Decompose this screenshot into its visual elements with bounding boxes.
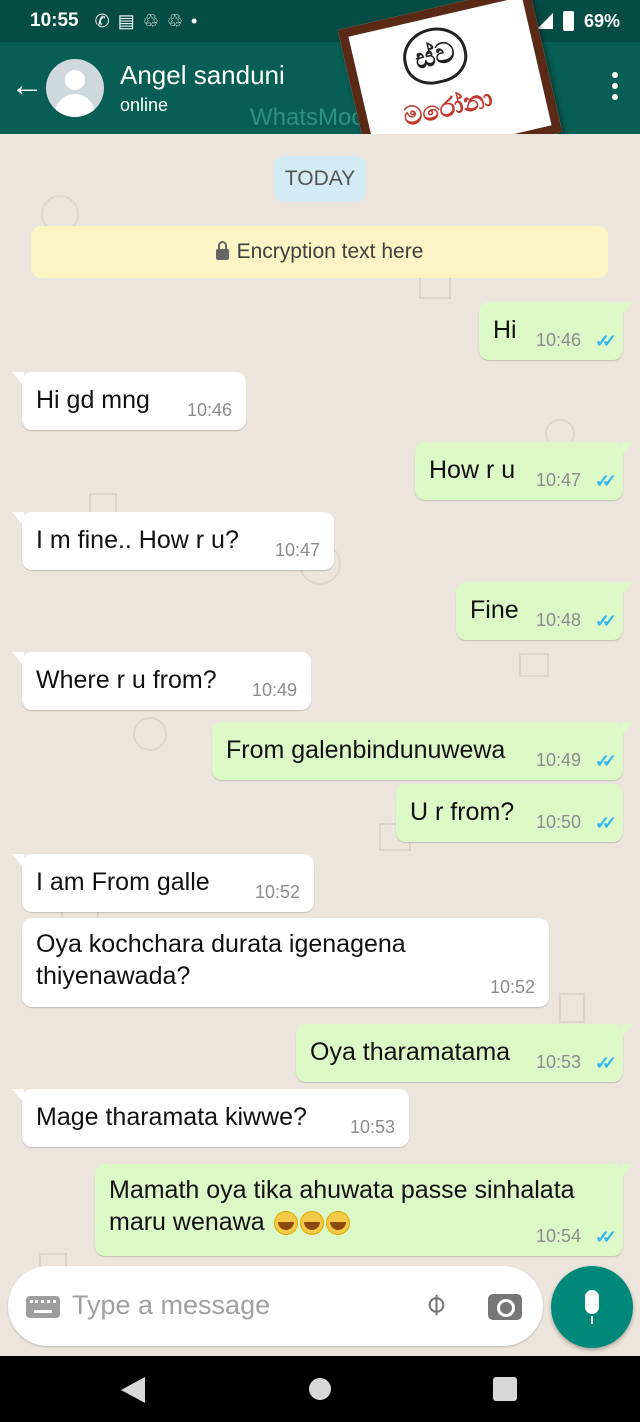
message-incoming[interactable]: Mage tharamata kiwwe? 10:53	[12, 1089, 409, 1147]
contact-name[interactable]: Angel sanduni	[120, 60, 285, 91]
status-time: 10:55	[30, 10, 79, 31]
date-chip: TODAY	[274, 156, 366, 202]
message-outgoing[interactable]: From galenbindunuwewa 10:49 ✓✓	[212, 722, 633, 780]
mic-icon	[585, 1290, 599, 1324]
dot-icon: •	[191, 10, 198, 31]
message-time: 10:52	[489, 977, 535, 997]
nav-home-icon[interactable]	[309, 1378, 331, 1400]
signal-icon	[536, 13, 553, 29]
message-time: 10:54	[535, 1226, 581, 1246]
message-time: 10:52	[254, 882, 300, 902]
meme-face-icon: ස්ව	[397, 21, 473, 91]
read-ticks-icon: ✓✓	[594, 813, 617, 833]
paperclip-icon[interactable]: ⌀	[416, 1285, 454, 1323]
message-incoming[interactable]: Hi gd mng 10:46	[12, 372, 246, 430]
whatsapp-notification-icon: ✆	[94, 10, 110, 31]
message-outgoing[interactable]: How r u 10:47 ✓✓	[415, 442, 633, 500]
message-time: 10:47	[274, 540, 320, 560]
message-composer[interactable]: Type a message ⌀	[8, 1266, 543, 1346]
message-time: 10:49	[251, 680, 297, 700]
message-time: 10:53	[535, 1052, 581, 1072]
read-ticks-icon: ✓✓	[594, 1227, 617, 1247]
message-notification-icon: ▤	[117, 10, 135, 31]
avatar[interactable]	[46, 59, 104, 117]
encryption-banner[interactable]: Encryption text here	[31, 226, 608, 278]
message-time: 10:47	[535, 470, 581, 490]
more-vert-icon[interactable]	[610, 72, 620, 100]
message-incoming[interactable]: Where r u from? 10:49	[12, 652, 311, 710]
read-ticks-icon: ✓✓	[594, 611, 617, 631]
read-ticks-icon: ✓✓	[594, 331, 617, 351]
arrow-left-icon[interactable]: ←	[10, 68, 44, 102]
tears-of-joy-emoji	[325, 1211, 350, 1236]
battery-level: 69%	[583, 10, 620, 31]
tears-of-joy-emoji	[299, 1211, 324, 1236]
message-incoming[interactable]: Oya kochchara durata igenagena thiyenawa…	[22, 918, 549, 1007]
message-time: 10:49	[535, 750, 581, 770]
message-outgoing[interactable]: Oya tharamatama 10:53 ✓✓	[296, 1024, 633, 1082]
system-nav-bar	[0, 1356, 640, 1422]
message-time: 10:50	[535, 812, 581, 832]
message-time: 10:46	[186, 400, 232, 420]
sync-notification-icon: ♲	[142, 10, 159, 31]
sync-notification-icon-2: ♲	[166, 10, 183, 31]
nav-recents-icon[interactable]	[493, 1377, 517, 1401]
chat-area[interactable]: TODAY Encryption text here Hi 10:46 ✓✓ H…	[0, 134, 640, 1356]
read-ticks-icon: ✓✓	[594, 751, 617, 771]
tears-of-joy-emoji	[273, 1211, 298, 1236]
sticker-text: මරෝනා	[400, 82, 496, 132]
message-outgoing[interactable]: U r from? 10:50 ✓✓	[396, 784, 623, 842]
message-outgoing[interactable]: Hi 10:46 ✓✓	[479, 302, 633, 360]
message-outgoing[interactable]: Mamath oya tika ahuwata passe sinhalata …	[95, 1164, 633, 1256]
message-time: 10:53	[349, 1117, 395, 1137]
encryption-text: Encryption text here	[236, 240, 424, 263]
notification-icons: ✆ ▤ ♲ ♲ •	[95, 11, 198, 32]
lock-icon	[215, 241, 229, 260]
message-outgoing[interactable]: Fine 10:48 ✓✓	[456, 582, 633, 640]
nav-back-icon[interactable]	[121, 1377, 145, 1403]
read-ticks-icon: ✓✓	[594, 471, 617, 491]
camera-icon[interactable]	[488, 1294, 522, 1320]
keyboard-icon[interactable]	[26, 1296, 60, 1318]
status-bar: 10:55 ✆ ▤ ♲ ♲ • 69%	[0, 0, 640, 42]
message-time: 10:46	[535, 330, 581, 350]
battery-icon	[562, 11, 574, 31]
contact-status: online	[120, 95, 169, 115]
mic-button[interactable]	[551, 1266, 633, 1348]
message-incoming[interactable]: I am From galle 10:52	[12, 854, 314, 912]
read-ticks-icon: ✓✓	[594, 1053, 617, 1073]
message-incoming[interactable]: I m fine.. How r u? 10:47	[12, 512, 334, 570]
watermark: WhatsMoc	[250, 104, 364, 131]
message-time: 10:48	[535, 610, 581, 630]
message-input[interactable]: Type a message	[72, 1290, 270, 1321]
